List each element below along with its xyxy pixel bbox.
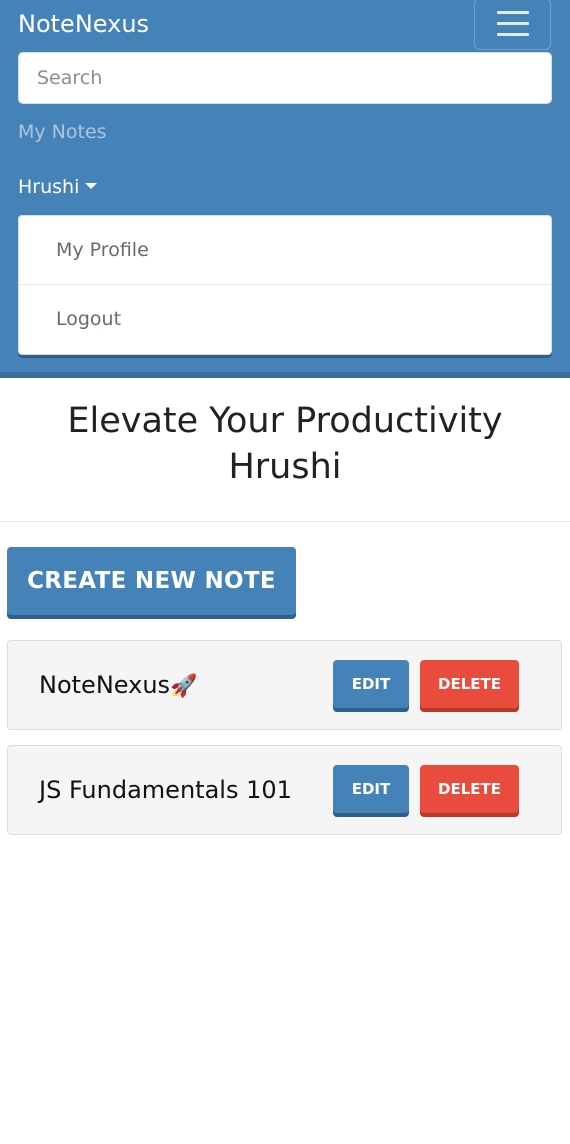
nav-link-my-notes[interactable]: My Notes: [18, 118, 107, 146]
note-title: NoteNexus🚀: [39, 668, 197, 704]
edit-note-button[interactable]: EDIT: [333, 765, 409, 813]
create-new-note-button[interactable]: CREATE NEW NOTE: [7, 547, 296, 615]
navbar-bottom-border: [0, 372, 570, 378]
user-name: Hrushi: [18, 176, 80, 198]
rocket-icon: 🚀: [170, 674, 198, 699]
delete-note-button[interactable]: DELETE: [420, 660, 519, 708]
user-dropdown-menu: My Profile Logout: [18, 215, 552, 355]
divider: [0, 521, 570, 522]
note-title: JS Fundamentals 101: [39, 773, 292, 807]
note-title-text: NoteNexus: [39, 671, 171, 699]
edit-note-button[interactable]: EDIT: [333, 660, 409, 708]
navbar-toggle-button[interactable]: [474, 0, 551, 50]
caret-down-icon: [85, 183, 98, 189]
note-card[interactable]: NoteNexus🚀 EDIT DELETE: [7, 640, 562, 730]
heading-user-name: Hrushi: [228, 447, 342, 487]
dropdown-item-my-profile[interactable]: My Profile: [19, 216, 551, 285]
note-title-text: JS Fundamentals 101: [39, 776, 292, 804]
user-dropdown-toggle[interactable]: Hrushi: [18, 173, 98, 201]
dropdown-item-logout[interactable]: Logout: [19, 285, 551, 354]
note-card[interactable]: JS Fundamentals 101 EDIT DELETE: [7, 745, 562, 835]
page-heading: Elevate Your Productivity Hrushi: [0, 398, 570, 490]
delete-note-button[interactable]: DELETE: [420, 765, 519, 813]
search-input[interactable]: [18, 52, 552, 104]
brand-link[interactable]: NoteNexus: [18, 8, 149, 40]
navbar: NoteNexus My Notes Hrushi My Profile Log…: [0, 0, 570, 376]
heading-line-1: Elevate Your Productivity: [67, 401, 503, 441]
